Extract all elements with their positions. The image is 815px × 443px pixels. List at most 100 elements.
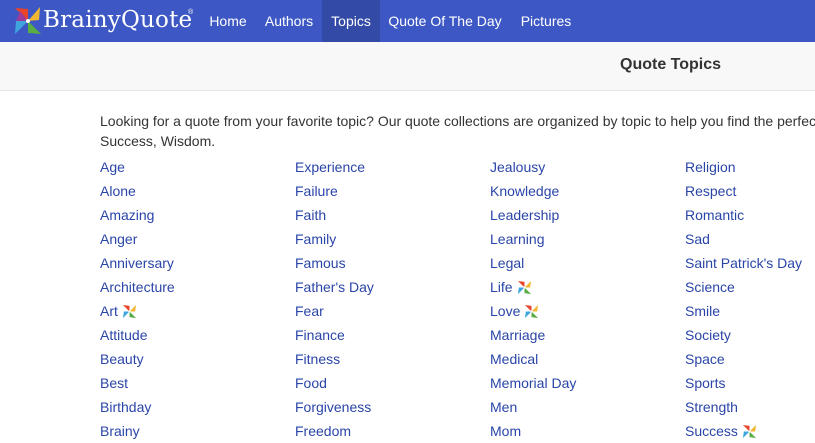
topic-link[interactable]: Saint Patrick's Day [685,251,815,275]
topic-link[interactable]: Leadership [490,203,680,227]
topic-link[interactable]: Mom [490,419,680,443]
topic-label: Smile [685,303,721,319]
topic-label: Best [100,375,129,391]
topic-link[interactable]: Marriage [490,323,680,347]
brainyquote-logo[interactable]: BrainyQuote ® [12,5,193,37]
topic-label: Romantic [685,207,745,223]
topic-link[interactable]: Legal [490,251,680,275]
nav-authors[interactable]: Authors [256,0,322,42]
topic-link[interactable]: Architecture [100,275,290,299]
topic-label: Family [295,231,337,247]
topic-link[interactable]: Love [490,299,680,323]
topic-label: Medical [490,351,539,367]
topic-label: Faith [295,207,327,223]
topic-link[interactable]: Father's Day [295,275,485,299]
topic-label: Age [100,159,125,175]
topic-link[interactable]: Jealousy [490,155,680,179]
topic-link[interactable]: Finance [295,323,485,347]
topic-link[interactable]: Attitude [100,323,290,347]
topic-label: Society [685,327,731,343]
topic-link[interactable]: Brainy [100,419,290,443]
topic-link[interactable]: Family [295,227,485,251]
topic-label: Finance [295,327,345,343]
topic-label: Father's Day [295,279,374,295]
topic-link[interactable]: Fitness [295,347,485,371]
topic-link[interactable]: Sports [685,371,815,395]
picture-quotes-icon[interactable] [517,280,532,295]
topic-link[interactable]: Alone [100,179,290,203]
top-navbar: BrainyQuote ® Home Authors Topics Quote … [0,0,815,42]
topic-label: Marriage [490,327,546,343]
picture-quotes-icon[interactable] [122,304,137,319]
intro-line-2: Success, Wisdom. [100,133,216,149]
pinwheel-icon [15,7,41,34]
topic-column-4: Religion Respect Romantic Sad Saint Patrick'… [685,155,815,443]
nav-pictures[interactable]: Pictures [510,0,582,42]
topic-link[interactable]: Food [295,371,485,395]
topic-link[interactable]: Failure [295,179,485,203]
topic-link[interactable]: Art [100,299,290,323]
topic-link[interactable]: Life [490,275,680,299]
topic-label: Experience [295,159,366,175]
topic-link[interactable]: Anniversary [100,251,290,275]
topic-link[interactable]: Faith [295,203,485,227]
topic-label: Religion [685,159,736,175]
topic-column-3: Jealousy Knowledge Leadership Learning Legal… [490,155,680,443]
topic-label: Amazing [100,207,155,223]
nav-quote-of-the-day[interactable]: Quote Of The Day [380,0,510,42]
topic-label: Saint Patrick's Day [685,255,803,271]
topic-link[interactable]: Men [490,395,680,419]
topic-link[interactable]: Age [100,155,290,179]
topic-label: Famous [295,255,346,271]
topic-link[interactable]: Sad [685,227,815,251]
topic-link[interactable]: Fear [295,299,485,323]
topic-link[interactable]: Learning [490,227,680,251]
topic-label: Knowledge [490,183,560,199]
topic-label: Legal [490,255,525,271]
nav-topics[interactable]: Topics [322,0,380,42]
topic-label: Learning [490,231,545,247]
topic-label: Life [490,279,513,295]
topic-label: Men [490,399,518,415]
topic-link[interactable]: Memorial Day [490,371,680,395]
topic-label: Sad [685,231,710,247]
topic-link[interactable]: Respect [685,179,815,203]
topic-link[interactable]: Anger [100,227,290,251]
topic-link[interactable]: Famous [295,251,485,275]
topic-link[interactable]: Experience [295,155,485,179]
topic-link[interactable]: Smile [685,299,815,323]
topic-label: Food [295,375,327,391]
topic-link[interactable]: Science [685,275,815,299]
topic-link[interactable]: Beauty [100,347,290,371]
topic-label: Anniversary [100,255,174,271]
picture-quotes-icon[interactable] [742,424,757,439]
topic-label: Sports [685,375,726,391]
topic-label: Memorial Day [490,375,577,391]
topic-label: Attitude [100,327,148,343]
topic-label: Forgiveness [295,399,372,415]
topic-label: Birthday [100,399,152,415]
topic-link[interactable]: Amazing [100,203,290,227]
brand-name: BrainyQuote [43,7,193,33]
picture-quotes-icon[interactable] [524,304,539,319]
topic-label: Art [100,303,118,319]
topic-link[interactable]: Birthday [100,395,290,419]
topic-link[interactable]: Religion [685,155,815,179]
nav-home[interactable]: Home [200,0,256,42]
intro-line-1: Looking for a quote from your favorite t… [100,113,815,129]
topic-link[interactable]: Knowledge [490,179,680,203]
topic-link[interactable]: Strength [685,395,815,419]
topic-link[interactable]: Forgiveness [295,395,485,419]
topic-label: Brainy [100,423,140,439]
topic-link[interactable]: Best [100,371,290,395]
topic-label: Respect [685,183,737,199]
topic-link[interactable]: Romantic [685,203,815,227]
page-title: Quote Topics [620,56,722,73]
topic-link[interactable]: Space [685,347,815,371]
topic-link[interactable]: Freedom [295,419,485,443]
topic-link[interactable]: Society [685,323,815,347]
topic-column-2: Experience Failure Faith Family Famous Father… [295,155,485,443]
topic-link[interactable]: Success [685,419,815,443]
topic-label: Success [685,423,738,439]
topic-link[interactable]: Medical [490,347,680,371]
